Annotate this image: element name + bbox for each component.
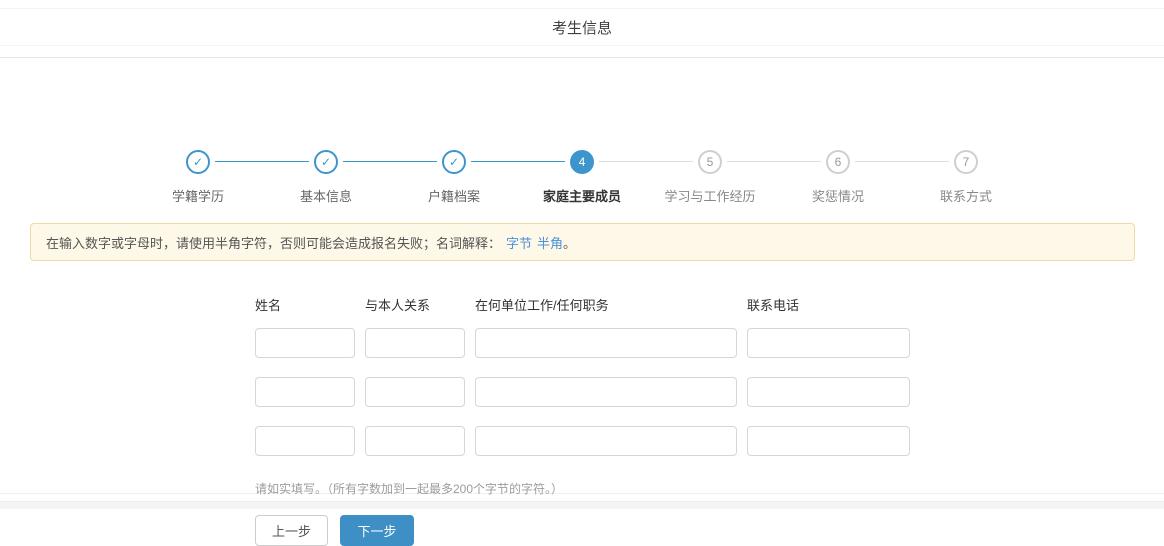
check-icon: ✓ [320,155,332,169]
step-3-label[interactable]: 户籍档案 [428,186,480,205]
column-header-name: 姓名 [255,298,282,313]
step-number: 4 [578,155,586,169]
step-6-circle: 6 [826,150,850,174]
page-titlebar: 考生信息 [0,8,1164,46]
step-2-circle[interactable]: ✓ [314,150,338,174]
family-row-1-phone-input[interactable] [747,328,910,358]
check-icon: ✓ [192,155,204,169]
step-connector [599,161,693,162]
main-panel: ✓ 学籍学历 ✓ 基本信息 ✓ 户籍档案 4 家庭主要成员 5 学习与工作经历 6 奖惩情况 7 联系方式… [0,57,1164,546]
step-connector [215,161,309,162]
step-5-circle: 5 [698,150,722,174]
family-row-2-name-input[interactable] [255,377,355,407]
notice-link-byte[interactable]: 字节 [506,233,532,252]
step-1-label[interactable]: 学籍学历 [172,186,224,205]
family-row-2-work-unit-input[interactable] [475,377,737,407]
check-icon: ✓ [448,155,460,169]
step-number: 5 [706,155,714,169]
step-number: 6 [834,155,842,169]
step-5-label: 学习与工作经历 [664,189,756,204]
footer-band [0,501,1164,509]
step-7-circle: 7 [954,150,978,174]
next-step-button[interactable]: 下一步 [340,515,414,546]
family-row-3-work-unit-input[interactable] [475,426,737,456]
family-row-3-phone-input[interactable] [747,426,910,456]
page-title: 考生信息 [551,19,612,37]
step-connector [343,161,437,162]
family-row-2-phone-input[interactable] [747,377,910,407]
column-header-phone: 联系电话 [747,298,800,313]
step-connector [471,161,565,162]
notice-text: 在输入数字或字母时，请使用半角字符，否则可能会造成报名失败；名词解释： [46,235,502,251]
step-6-label: 奖惩情况 [811,189,865,204]
column-header-relation: 与本人关系 [365,298,431,313]
form-note: 请如实填写。（所有字数加到一起最多200个字节的字符。） [255,482,564,496]
step-connector [855,161,949,162]
notice-bar: 在输入数字或字母时，请使用半角字符，否则可能会造成报名失败；名词解释： 字节 半角。 [30,223,1135,261]
step-connector [727,161,821,162]
step-3-circle[interactable]: ✓ [442,150,466,174]
prev-step-button[interactable]: 上一步 [255,515,328,546]
column-header-work-unit: 在何单位工作/任何职务 [475,298,609,313]
family-row-3-name-input[interactable] [255,426,355,456]
notice-suffix: 。 [563,235,577,251]
notice-link-halfwidth[interactable]: 半角 [537,233,563,252]
step-4-label: 家庭主要成员 [542,189,622,204]
family-row-1-name-input[interactable] [255,328,355,358]
step-1-circle[interactable]: ✓ [186,150,210,174]
family-row-1-relation-input[interactable] [365,328,465,358]
family-row-1-work-unit-input[interactable] [475,328,737,358]
step-number: 7 [962,155,970,169]
step-7-label: 联系方式 [939,189,993,204]
family-row-3-relation-input[interactable] [365,426,465,456]
family-row-2-relation-input[interactable] [365,377,465,407]
step-2-label[interactable]: 基本信息 [300,186,352,205]
step-4-circle: 4 [570,150,594,174]
